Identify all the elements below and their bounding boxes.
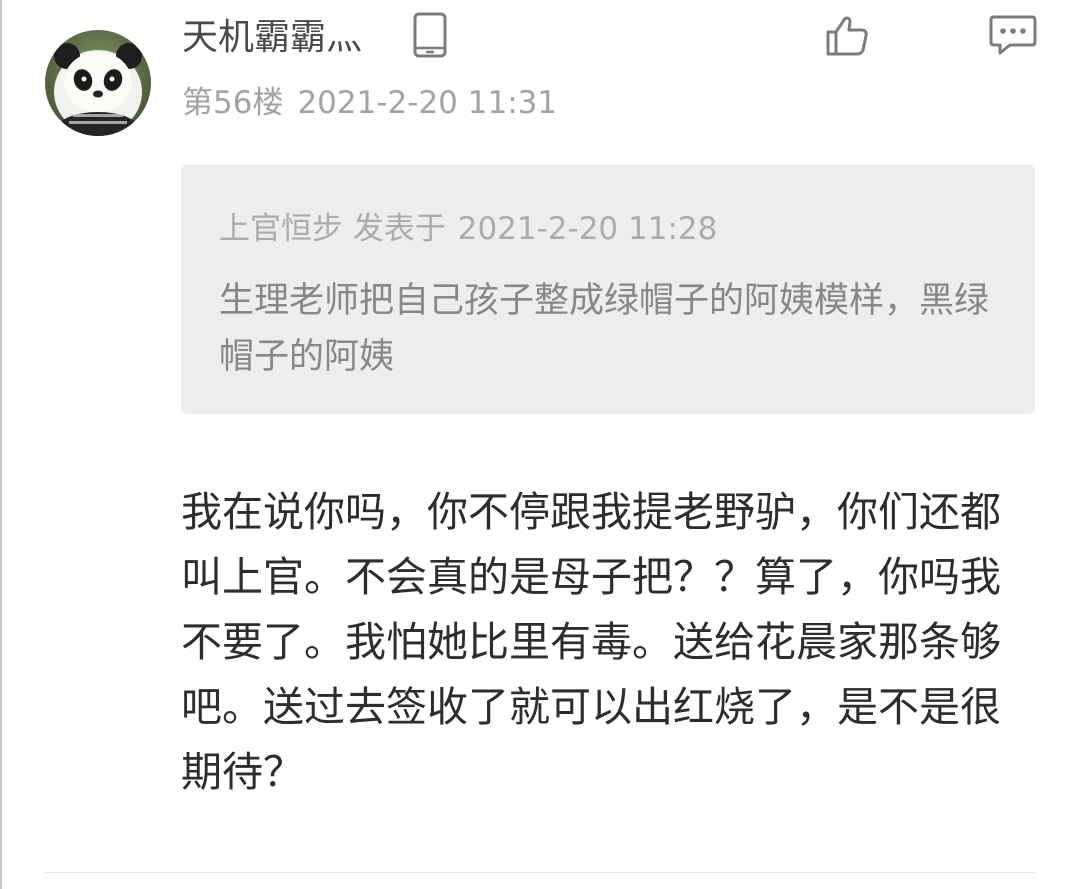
quoted-reply: 上官恒步 发表于 2021-2-20 11:28 生理老师把自己孩子整成绿帽子的… bbox=[181, 165, 1035, 414]
post-content: 我在说你吗，你不停跟我提老野驴，你们还都叫上官。不会真的是母子把？？算了，你吗我… bbox=[181, 488, 1001, 796]
avatar[interactable] bbox=[45, 30, 151, 136]
panda-avatar-image bbox=[45, 30, 151, 136]
quote-posted-label: 发表于 bbox=[352, 211, 446, 247]
phone-icon bbox=[413, 12, 447, 58]
post-meta: 第56楼 2021-2-20 11:31 bbox=[182, 80, 557, 126]
post-divider bbox=[45, 872, 1035, 873]
quote-author[interactable]: 上官恒步 bbox=[219, 211, 343, 247]
quote-text: 生理老师把自己孩子整成绿帽子的阿姨模样，黑绿帽子的阿姨 bbox=[219, 281, 990, 377]
quote-timestamp: 2021-2-20 11:28 bbox=[457, 211, 718, 247]
username[interactable]: 天机霸霸灬 bbox=[182, 12, 362, 64]
forum-post: 天机霸霸灬 第56楼 2021-2-20 11:31 上官恒步 发表于 2021-… bbox=[0, 0, 1080, 889]
thumbs-up-icon[interactable] bbox=[824, 12, 870, 58]
quote-meta: 上官恒步 发表于 2021-2-20 11:28 bbox=[219, 207, 717, 251]
floor-number: 第56楼 bbox=[182, 85, 284, 121]
post-timestamp: 2021-2-20 11:31 bbox=[297, 85, 558, 121]
comment-icon[interactable] bbox=[988, 14, 1038, 56]
left-edge-divider bbox=[0, 0, 2, 889]
